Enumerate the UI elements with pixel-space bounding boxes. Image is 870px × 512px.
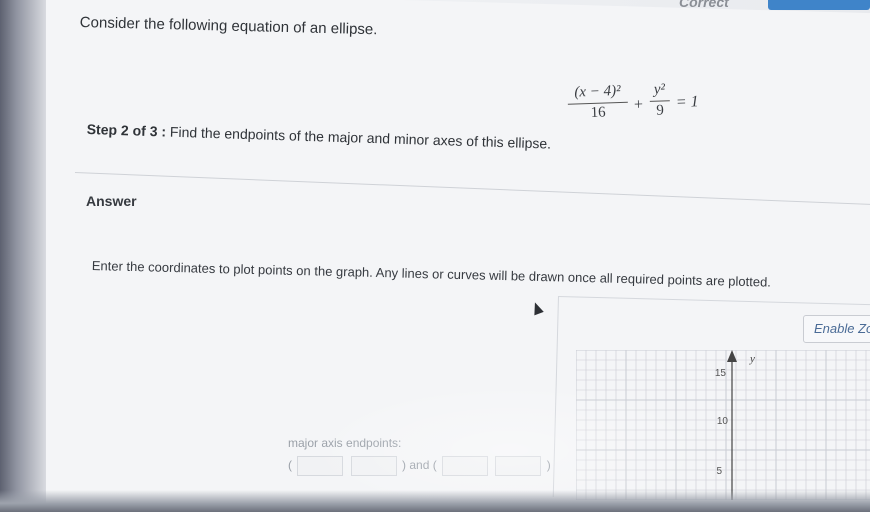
fraction-x-numerator: (x − 4)² (574, 82, 621, 101)
step-label: Step 2 of 3 : (86, 121, 167, 140)
fraction-y-numerator: y² (653, 81, 666, 98)
point2-y-input[interactable] (495, 456, 542, 476)
screen-bottom-edge (0, 490, 870, 512)
ellipse-equation: (x − 4)² 16 + y² 9 = 1 (567, 79, 729, 135)
point1-x-input[interactable] (297, 456, 344, 476)
and-text: ) and ( (402, 458, 437, 473)
plus-sign: + (633, 96, 644, 114)
y-tick-label: 15 (715, 368, 727, 379)
major-axis-entry: major axis endpoints: ( ) and ( ) (288, 436, 551, 476)
equals-one: = 1 (675, 93, 699, 112)
y-tick-label: 10 (717, 416, 729, 427)
y-axis-label: y (749, 353, 755, 365)
enable-zoom-button[interactable]: Enable Zoom (803, 315, 870, 343)
point2-x-input[interactable] (442, 456, 489, 476)
open-paren: ( (288, 458, 292, 473)
point1-y-input[interactable] (350, 456, 397, 476)
fraction-y-denominator: 9 (656, 102, 665, 119)
fraction-x: (x − 4)² 16 (567, 83, 628, 123)
screen: Correct Consider the following equation … (0, 0, 870, 512)
status-correct: Correct (679, 0, 729, 10)
close-paren: ) (546, 458, 551, 473)
coordinate-graph[interactable]: y 15 10 5 (576, 350, 870, 500)
y-axis-arrow-icon (727, 350, 737, 362)
top-action-button[interactable] (768, 0, 870, 10)
y-tick-label: 5 (716, 466, 722, 477)
screen-left-edge (0, 0, 46, 512)
fraction-x-denominator: 16 (590, 104, 606, 121)
answer-heading: Answer (86, 193, 137, 209)
major-axis-label: major axis endpoints: (288, 436, 402, 450)
major-axis-inputs: ( ) and ( ) (288, 456, 551, 476)
fraction-y: y² 9 (649, 81, 670, 120)
